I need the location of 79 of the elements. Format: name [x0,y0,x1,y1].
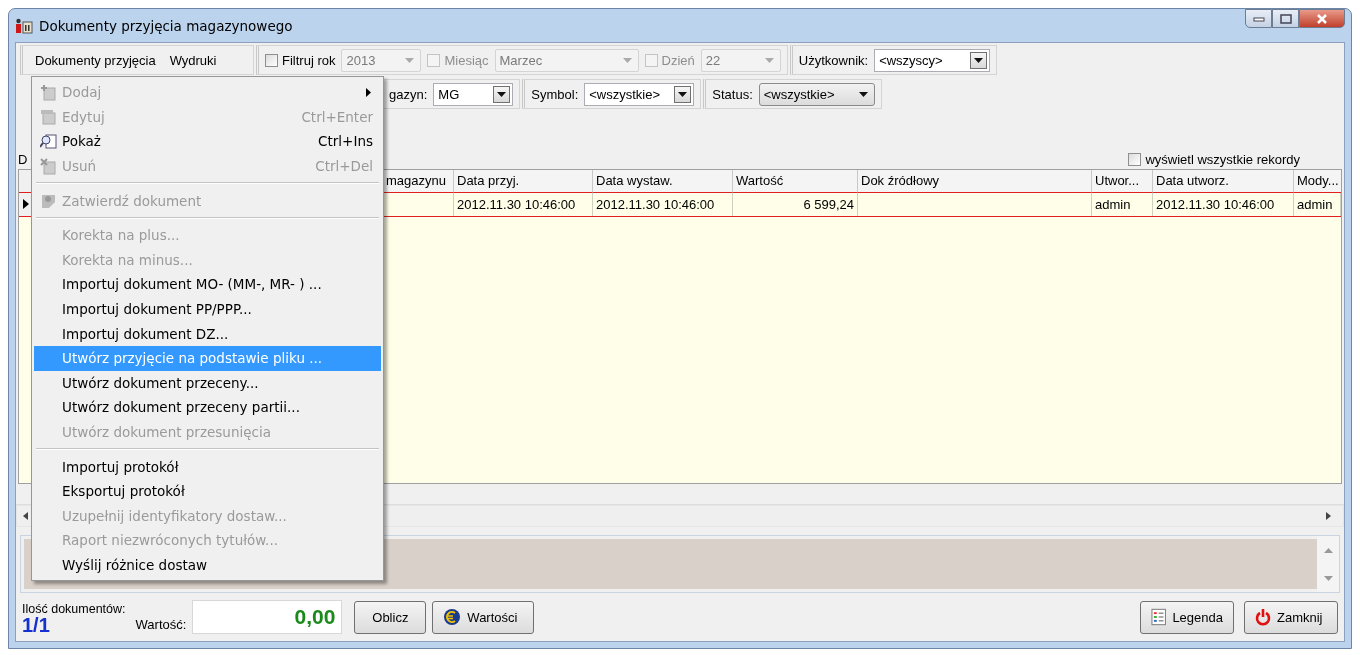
dropdown[interactable]: <wszyscy> [874,48,991,72]
document-icon [39,192,57,210]
close-button[interactable] [1299,9,1345,28]
field-label: Status: [712,86,753,102]
column-header[interactable]: Data utworz. [1153,169,1294,193]
dropdown-arrow-icon [497,91,507,97]
button[interactable]: Legenda [1140,600,1234,634]
field-label: Użytkownik: [798,52,869,68]
shortcut-text: Ctrl+Enter [301,108,373,125]
menu-bar-item[interactable]: Dokumenty przyjęcia [35,52,156,68]
column-header[interactable]: Utwor... [1092,169,1153,193]
value-field[interactable]: 0,00 [192,600,343,635]
coin-icon [443,608,462,627]
power-icon [1255,608,1271,627]
value-label: Wartość: [135,616,187,632]
maximize-button[interactable] [1272,9,1299,28]
dropdown-arrow-icon [764,57,774,63]
table-cell: 6 599,24 [733,192,858,216]
table-cell: 2012.11.30 10:46:00 [1153,192,1294,216]
column-header[interactable]: Data wystaw. [593,169,733,193]
field-label: Symbol: [531,86,579,102]
submenu-arrow-icon [366,87,371,97]
table-cell: admin [1092,192,1153,216]
dropdown[interactable]: MG [433,82,514,106]
menu-item[interactable]: Pokaż Ctrl+Ins [34,129,381,154]
scroll-left-icon [23,512,28,521]
checkbox[interactable] [1128,152,1142,166]
section-label: D [18,151,28,167]
document-count: 1/1 [22,617,51,634]
field-label: gazyn: [389,86,428,102]
legend-list-icon [1151,608,1167,627]
minimize-button[interactable] [1245,9,1272,28]
checkbox-label: Dzień [661,52,695,68]
scroll-down-icon [1323,575,1333,581]
column-header[interactable]: Wartość [733,169,858,193]
column-header[interactable]: Mody... [1294,169,1341,193]
dropdown-arrow-icon [858,91,868,97]
minimize-icon [1252,15,1265,22]
app-logo-icon [15,17,33,34]
maximize-icon [1279,13,1292,24]
menu-bar-item[interactable]: Wydruki [169,52,217,68]
checkbox[interactable] [265,53,278,67]
checkbox-label: Filtruj rok [282,52,336,68]
button[interactable]: Oblicz [354,600,427,634]
menu-item[interactable]: Importuj dokument DZ... [34,321,381,346]
menu-item[interactable]: Wyślij różnice dostaw [34,552,381,578]
scroll-up-icon [1323,547,1333,553]
menu-item[interactable]: Utwórz dokument przeceny partii... [34,395,381,420]
menu-item[interactable]: Utwórz dokument przeceny... [34,370,381,396]
magnifier-document-icon [39,133,57,150]
window-title: Dokumenty przyjęcia magazynowego [39,17,293,34]
column-header[interactable]: Dok źródłowy [858,169,1092,193]
menu-item[interactable]: Importuj dokument MO- (MM-, MR- ) ... [34,272,381,297]
close-icon [1316,13,1328,24]
document-icon [39,157,57,175]
checkbox-label: Miesiąc [444,52,489,68]
button[interactable]: Wartości [432,600,535,634]
shortcut-text: Ctrl+Del [315,158,373,175]
count-label: Ilość dokumentów: [22,601,126,617]
menu-item[interactable]: Importuj dokument PP/PPP... [34,296,381,322]
dropdown[interactable]: <wszystkie> [758,82,875,106]
menu-item[interactable]: Importuj protokół [34,454,381,479]
scroll-right-icon [1326,512,1331,521]
dropdown[interactable]: <wszystkie> [584,82,695,106]
checkbox-label: wyświetl wszystkie rekordy [1145,151,1300,167]
document-icon [39,83,57,101]
vertical-scrollbar[interactable] [1317,536,1339,593]
table-cell: 2012.11.30 10:46:00 [593,192,733,216]
dropdown-arrow-icon [622,57,632,63]
column-header[interactable]: Data przyj. [454,169,593,193]
shortcut-text: Ctrl+Ins [318,133,373,150]
menu-item[interactable]: Eksportuj protokół [34,478,381,504]
dropdown-arrow-icon [678,91,688,97]
table-cell: admin [1294,192,1341,216]
dropdown-arrow-icon [405,57,415,63]
dropdown-arrow-icon [974,57,984,63]
document-icon [39,108,57,126]
table-cell: 2012.11.30 10:46:00 [454,192,593,216]
button[interactable]: Zamknij [1244,600,1338,634]
